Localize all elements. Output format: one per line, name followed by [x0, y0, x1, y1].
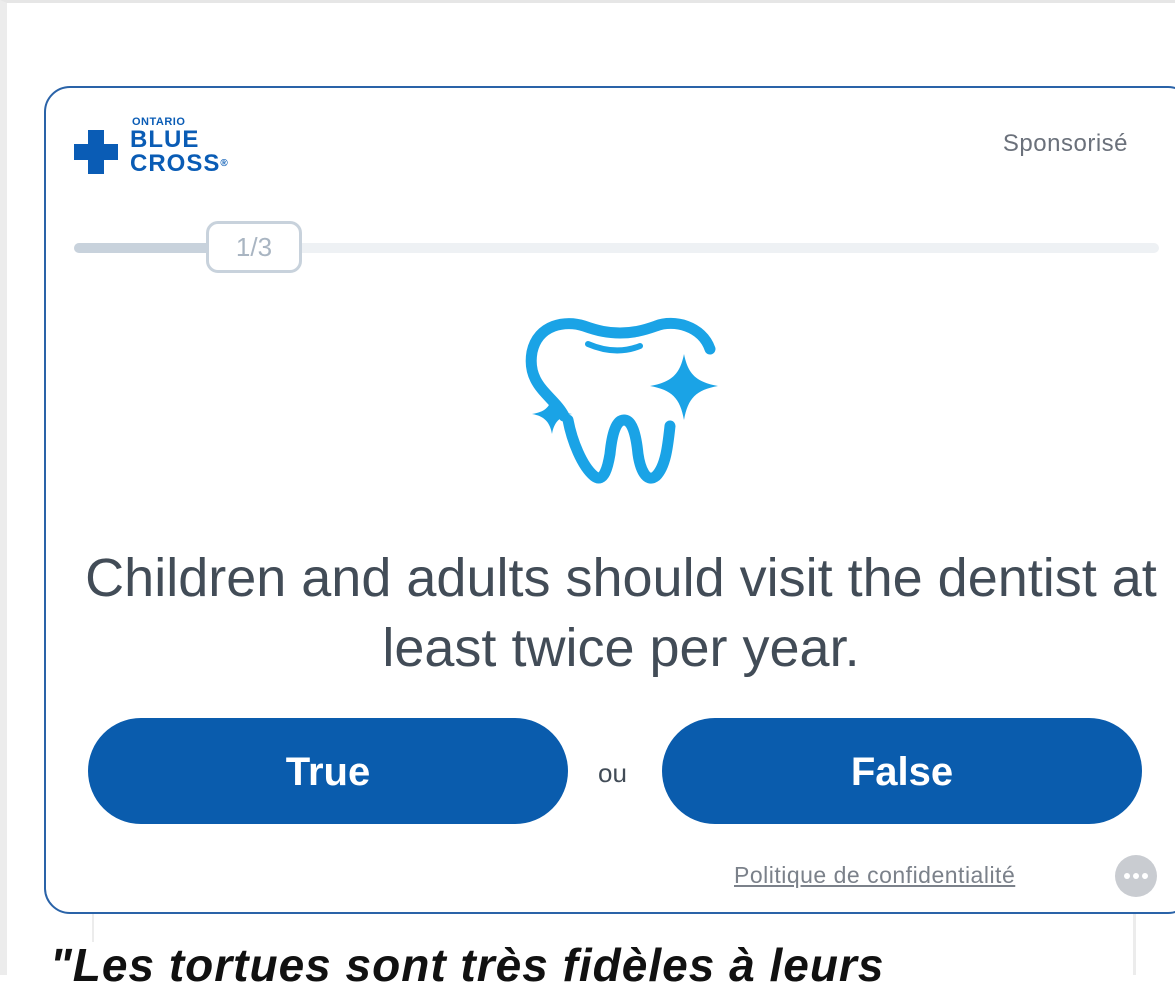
- more-options-icon[interactable]: [1115, 855, 1157, 897]
- quiz-question: Children and adults should visit the den…: [85, 548, 1157, 678]
- true-answer-button[interactable]: True: [88, 718, 568, 824]
- quiz-progress-badge: 1/3: [206, 221, 302, 273]
- article-heading: "Les tortues sont très fidèles à leurs: [50, 939, 885, 991]
- tooth-sparkle-icon: [525, 317, 718, 484]
- logo-text-cross: CROSS®: [130, 150, 229, 177]
- privacy-policy-link[interactable]: Politique de confidentialité: [734, 862, 1015, 889]
- false-answer-button[interactable]: False: [662, 718, 1142, 824]
- blue-cross-icon: [74, 130, 118, 174]
- sponsored-label: Sponsorisé: [1002, 130, 1128, 157]
- or-separator: ou: [598, 758, 627, 788]
- sponsored-quiz-ad: ONTARIO BLUE CROSS® Sponsorisé 1/3 Child…: [44, 86, 1175, 914]
- logo-text-blue: BLUE: [130, 126, 200, 153]
- ontario-blue-cross-logo[interactable]: ONTARIO BLUE CROSS®: [74, 116, 284, 178]
- content-divider: [1133, 912, 1136, 975]
